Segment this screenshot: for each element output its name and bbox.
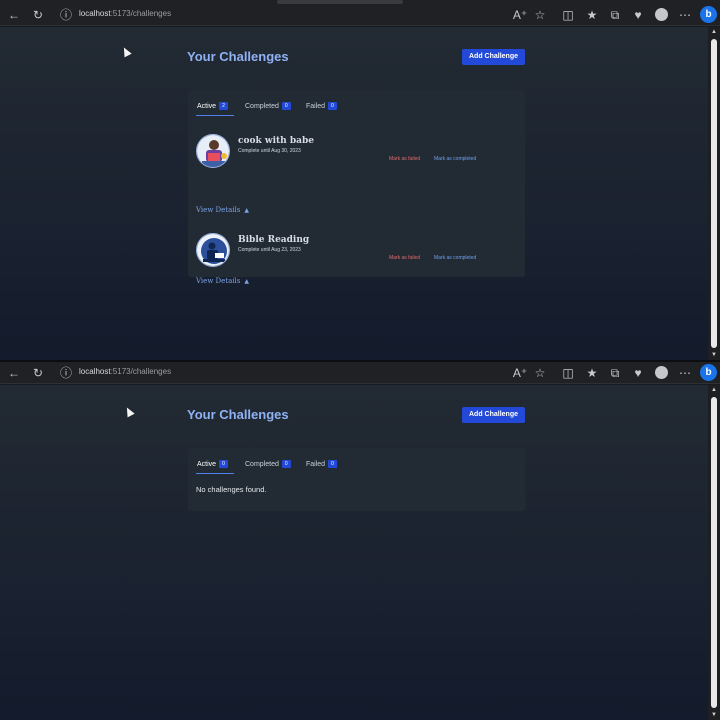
read-aloud-icon[interactable]: A⁺	[512, 7, 528, 23]
tab-completed[interactable]: Completed 0	[245, 460, 291, 468]
scroll-up-icon[interactable]: ▲	[710, 387, 718, 393]
copilot-icon[interactable]: b	[700, 6, 717, 23]
empty-state-message: No challenges found.	[196, 485, 267, 494]
scrollbar-thumb[interactable]	[711, 39, 717, 348]
more-menu-icon[interactable]: ⋯	[677, 7, 693, 23]
mark-completed-button[interactable]: Mark as completed	[434, 156, 476, 162]
caret-up-icon: ▲	[244, 207, 249, 214]
cooking-person-icon	[196, 134, 230, 168]
profile-icon[interactable]	[655, 366, 668, 379]
back-icon[interactable]: ←	[6, 365, 22, 381]
collections-icon[interactable]: ⧉	[607, 7, 623, 23]
browser-toolbar: ← ↻ ⓘ localhost:5173/challenges A⁺ ☆ ◫ ★…	[0, 362, 720, 384]
tab-count-badge: 0	[281, 460, 291, 468]
tab-count-badge: 0	[328, 102, 337, 110]
tab-failed[interactable]: Failed 0	[306, 102, 337, 110]
browser-toolbar: ← ↻ ⓘ localhost:5173/challenges A⁺ ☆ ◫ ★…	[0, 4, 720, 26]
refresh-icon[interactable]: ↻	[30, 7, 46, 23]
reading-person-icon	[196, 233, 230, 267]
read-aloud-icon[interactable]: A⁺	[512, 365, 528, 381]
view-details-link[interactable]: View Details ▲	[196, 206, 249, 214]
scroll-up-icon[interactable]: ▲	[710, 29, 718, 35]
favorites-icon[interactable]: ★	[584, 7, 600, 23]
view-details-label: View Details	[196, 206, 241, 214]
page-title: Your Challenges	[187, 407, 289, 422]
tab-count-badge: 0	[219, 460, 228, 468]
page-viewport: Your Challenges Add Challenge Active 0 Co…	[0, 385, 708, 720]
url-path: :5173/challenges	[110, 9, 172, 18]
mark-completed-button[interactable]: Mark as completed	[434, 255, 476, 261]
challenge-item: cook with babe Complete until Aug 30, 20…	[196, 134, 516, 168]
collections-icon[interactable]: ⧉	[607, 365, 623, 381]
favorite-star-icon[interactable]: ☆	[532, 7, 548, 23]
tab-label: Failed	[306, 460, 326, 468]
url-path: :5173/challenges	[110, 367, 172, 376]
url-host: localhost	[79, 9, 111, 18]
mouse-cursor-icon	[120, 45, 132, 58]
scroll-down-icon[interactable]: ▼	[710, 352, 718, 358]
page-title: Your Challenges	[187, 49, 289, 64]
screenshot-bottom: ← ↻ ⓘ localhost:5173/challenges A⁺ ☆ ◫ ★…	[0, 362, 720, 720]
mark-failed-button[interactable]: Mark as failed	[389, 156, 420, 162]
challenge-title: cook with babe	[238, 136, 314, 146]
browser-essentials-icon[interactable]: ♥	[630, 7, 646, 23]
tab-failed[interactable]: Failed 0	[306, 460, 337, 468]
tab-count-badge: 0	[281, 102, 291, 110]
active-tab-indicator	[196, 473, 234, 474]
challenges-card: Active 2 Completed 0 Failed 0 cook with bab	[188, 90, 525, 285]
challenge-due-date: Complete until Aug 30, 2023	[238, 148, 301, 154]
tab-active[interactable]: Active 0	[197, 460, 228, 468]
screenshot-top: ← ↻ ⓘ localhost:5173/challenges A⁺ ☆ ◫ ★…	[0, 0, 720, 360]
challenges-card: Active 0 Completed 0 Failed 0 No challenges…	[188, 448, 525, 511]
page-viewport: Your Challenges Add Challenge Active 2 Co…	[0, 27, 708, 360]
split-screen-icon[interactable]: ◫	[560, 7, 576, 23]
view-details-label: View Details	[196, 277, 241, 285]
scroll-down-icon[interactable]: ▼	[710, 712, 718, 718]
address-bar[interactable]: localhost:5173/challenges	[79, 9, 171, 18]
more-menu-icon[interactable]: ⋯	[677, 365, 693, 381]
refresh-icon[interactable]: ↻	[30, 365, 46, 381]
challenge-title: Bible Reading	[238, 235, 310, 245]
active-tab-indicator	[196, 115, 234, 116]
vertical-scrollbar[interactable]: ▲ ▼	[708, 27, 720, 360]
caret-up-icon: ▲	[244, 278, 249, 285]
scrollbar-thumb[interactable]	[711, 397, 717, 708]
tab-count-badge: 0	[328, 460, 337, 468]
split-screen-icon[interactable]: ◫	[560, 365, 576, 381]
info-icon[interactable]: ⓘ	[58, 365, 74, 381]
back-icon[interactable]: ←	[6, 7, 22, 23]
tab-count-badge: 2	[219, 102, 228, 110]
copilot-icon[interactable]: b	[700, 364, 717, 381]
mouse-cursor-icon	[123, 405, 135, 418]
favorites-icon[interactable]: ★	[584, 365, 600, 381]
tab-label: Completed	[245, 102, 279, 110]
url-host: localhost	[79, 367, 111, 376]
tab-label: Failed	[306, 102, 326, 110]
challenge-due-date: Complete until Aug 23, 2023	[238, 247, 301, 253]
address-bar[interactable]: localhost:5173/challenges	[79, 367, 171, 376]
add-challenge-button[interactable]: Add Challenge	[462, 407, 525, 423]
tab-label: Active	[197, 460, 217, 468]
tab-label: Completed	[245, 460, 279, 468]
tab-active[interactable]: Active 2	[197, 102, 228, 110]
favorite-star-icon[interactable]: ☆	[532, 365, 548, 381]
browser-essentials-icon[interactable]: ♥	[630, 365, 646, 381]
challenge-item: Bible Reading Complete until Aug 23, 202…	[196, 233, 516, 267]
tab-label: Active	[197, 102, 217, 110]
vertical-scrollbar[interactable]: ▲ ▼	[708, 385, 720, 720]
mark-failed-button[interactable]: Mark as failed	[389, 255, 420, 261]
info-icon[interactable]: ⓘ	[58, 7, 74, 23]
add-challenge-button[interactable]: Add Challenge	[462, 49, 525, 65]
tab-completed[interactable]: Completed 0	[245, 102, 291, 110]
view-details-link[interactable]: View Details ▲	[196, 277, 249, 285]
profile-icon[interactable]	[655, 8, 668, 21]
